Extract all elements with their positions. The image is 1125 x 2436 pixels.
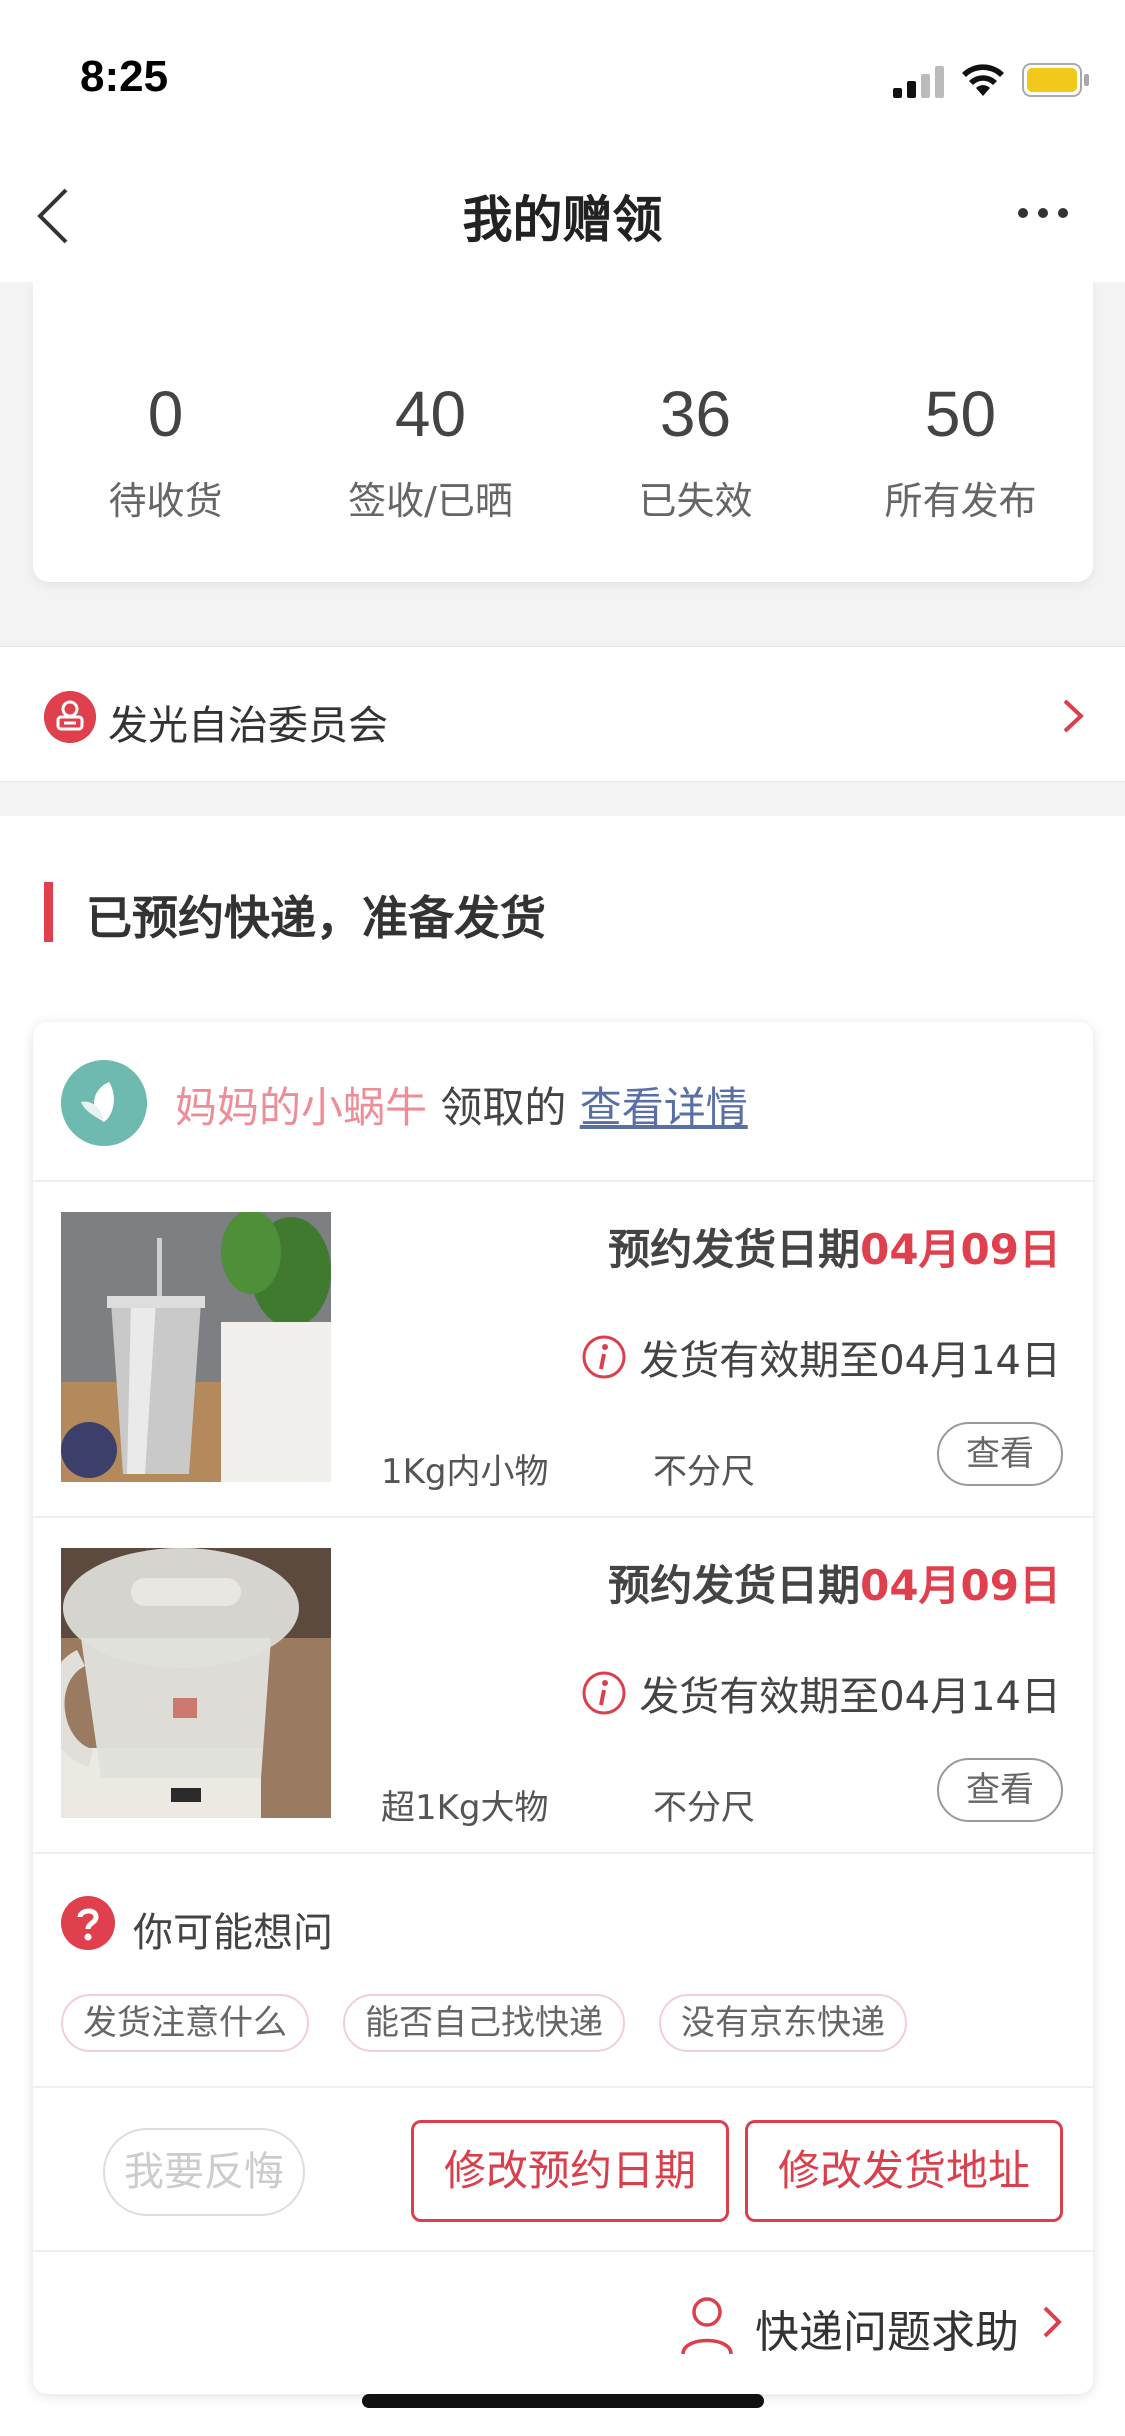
card-header: 妈妈的小蜗牛 领取的 查看详情 [33, 1022, 1093, 1182]
more-icon[interactable] [1017, 206, 1069, 220]
change-date-button[interactable]: 修改预约日期 [411, 2120, 729, 2222]
view-button[interactable]: 查看 [937, 1758, 1063, 1822]
item-weight: 1Kg内小物 [381, 1452, 549, 1492]
ship-date-label: 预约发货日期 [608, 1561, 861, 1610]
item-photo [61, 1548, 331, 1818]
validity-text: 发货有效期至04月14日 [639, 1338, 1061, 1384]
person-icon [681, 2297, 733, 2355]
item-size: 不分尺 [653, 1788, 755, 1828]
stat-label: 签收/已晒 [348, 479, 513, 523]
stat-signed[interactable]: 40 签收/已晒 [298, 382, 563, 525]
stat-value: 50 [924, 378, 997, 450]
org-row[interactable]: 发光自治委员会 [0, 646, 1125, 782]
stats-card: 0 待收货 40 签收/已晒 36 已失效 50 所有发布 [33, 282, 1093, 582]
faq-tags: 发货注意什么 能否自己找快递 没有京东快递 [61, 1994, 907, 2052]
signal-icon [893, 66, 944, 98]
stat-value: 36 [659, 378, 732, 450]
faq-tag[interactable]: 没有京东快递 [659, 1994, 907, 2052]
stat-all[interactable]: 50 所有发布 [828, 382, 1093, 525]
section-title: 已预约快递，准备发货 [86, 891, 546, 945]
shipping-section: 已预约快递，准备发货 妈妈的小蜗牛 领取的 查看详情 预约发货日期04月09日 … [0, 816, 1125, 2436]
ship-date: 预约发货日期04月09日 [608, 1216, 1061, 1277]
detail-link[interactable]: 查看详情 [580, 1083, 748, 1132]
item-photo [61, 1212, 331, 1482]
stat-label: 已失效 [638, 479, 753, 523]
ship-date-value: 04月09日 [860, 1561, 1061, 1610]
battery-icon [1022, 63, 1089, 97]
actions-row: 我要反悔 修改预约日期 修改发货地址 [33, 2088, 1093, 2252]
received-label: 领取的 [427, 1083, 580, 1132]
chevron-right-icon [1063, 699, 1084, 733]
stats-row: 0 待收货 40 签收/已晒 36 已失效 50 所有发布 [33, 382, 1093, 525]
ship-date-value: 04月09日 [860, 1225, 1061, 1274]
faq-title: 你可能想问 [133, 1910, 333, 1956]
stat-value: 40 [394, 378, 467, 450]
stat-pending[interactable]: 0 待收货 [33, 382, 298, 525]
validity: 发货有效期至04月14日 [581, 1328, 1061, 1386]
help-label: 快递问题求助 [755, 2307, 1019, 2358]
item-size: 不分尺 [653, 1452, 755, 1492]
order-card: 妈妈的小蜗牛 领取的 查看详情 预约发货日期04月09日 发货有效期至04月14… [33, 1022, 1093, 2394]
validity: 发货有效期至04月14日 [581, 1664, 1061, 1722]
header-text: 妈妈的小蜗牛 领取的 查看详情 [175, 1074, 748, 1135]
item-weight: 超1Kg大物 [381, 1788, 549, 1828]
receiver-name[interactable]: 妈妈的小蜗牛 [175, 1083, 427, 1132]
delivery-help-row[interactable]: 快递问题求助 [33, 2252, 1093, 2394]
home-indicator[interactable] [362, 2394, 764, 2408]
avatar[interactable] [61, 1060, 147, 1146]
org-name: 发光自治委员会 [108, 703, 388, 749]
stat-label: 待收货 [108, 479, 223, 523]
nav-bar: 我的赠领 [0, 150, 1125, 282]
chevron-right-icon [1043, 2306, 1062, 2338]
question-icon [61, 1896, 115, 1950]
stat-label: 所有发布 [884, 479, 1037, 523]
info-icon [582, 1671, 626, 1715]
list-item: 预约发货日期04月09日 发货有效期至04月14日 超1Kg大物 不分尺 查看 [33, 1518, 1093, 1854]
org-icon [44, 691, 96, 743]
change-address-button[interactable]: 修改发货地址 [745, 2120, 1063, 2222]
info-icon [582, 1335, 626, 1379]
section-accent-bar [44, 882, 53, 942]
ship-date-label: 预约发货日期 [608, 1225, 861, 1274]
faq-tag[interactable]: 发货注意什么 [61, 1994, 309, 2052]
status-time: 8:25 [80, 52, 169, 101]
status-bar: 8:25 [0, 0, 1125, 150]
stat-expired[interactable]: 36 已失效 [563, 382, 828, 525]
validity-text: 发货有效期至04月14日 [639, 1674, 1061, 1720]
faq-tag[interactable]: 能否自己找快递 [343, 1994, 625, 2052]
regret-button[interactable]: 我要反悔 [103, 2128, 305, 2216]
list-item: 预约发货日期04月09日 发货有效期至04月14日 1Kg内小物 不分尺 查看 [33, 1182, 1093, 1518]
stat-value: 0 [147, 378, 184, 450]
ship-date: 预约发货日期04月09日 [608, 1552, 1061, 1613]
view-button[interactable]: 查看 [937, 1422, 1063, 1486]
faq-section: 你可能想问 发货注意什么 能否自己找快递 没有京东快递 [33, 1854, 1093, 2088]
wifi-icon [962, 64, 1004, 96]
page-title: 我的赠领 [462, 191, 663, 249]
